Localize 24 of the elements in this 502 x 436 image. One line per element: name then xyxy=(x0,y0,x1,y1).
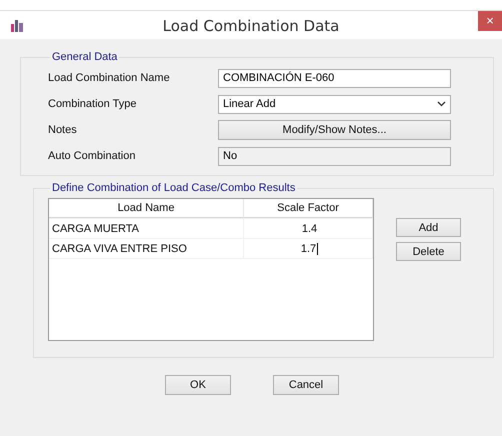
field-label: Auto Combination xyxy=(48,150,136,162)
delete-button[interactable]: Delete xyxy=(396,242,461,261)
ok-button[interactable]: OK xyxy=(165,375,231,395)
auto-combination-field: No xyxy=(218,146,451,166)
group-title: General Data xyxy=(51,51,118,63)
cancel-button[interactable]: Cancel xyxy=(273,375,339,395)
table-cell: CARGA MUERTA xyxy=(49,219,244,238)
column-header: Load Name xyxy=(49,199,244,218)
field-label: Combination Type xyxy=(48,98,138,110)
column-header: Scale Factor xyxy=(244,199,373,218)
app-icon xyxy=(10,19,24,32)
add-button[interactable]: Add xyxy=(396,218,461,237)
window-title: Load Combination Data xyxy=(162,16,340,35)
table-cell: 1.7 xyxy=(244,239,373,258)
field-label: Load Combination Name xyxy=(48,72,171,84)
close-button[interactable]: × xyxy=(478,11,502,31)
field-label: Notes xyxy=(48,124,78,136)
type-dropdown[interactable]: Linear Add xyxy=(218,94,451,114)
chevron-down-icon xyxy=(437,101,446,107)
group-title: Define Combination of Load Case/Combo Results xyxy=(51,182,296,194)
name-input[interactable]: COMBINACIÓN E-060 xyxy=(218,68,451,88)
table-cell: CARGA VIVA ENTRE PISO xyxy=(49,239,244,258)
notes-button[interactable]: Modify/Show Notes... xyxy=(218,120,451,140)
table-cell: 1.4 xyxy=(244,219,373,238)
